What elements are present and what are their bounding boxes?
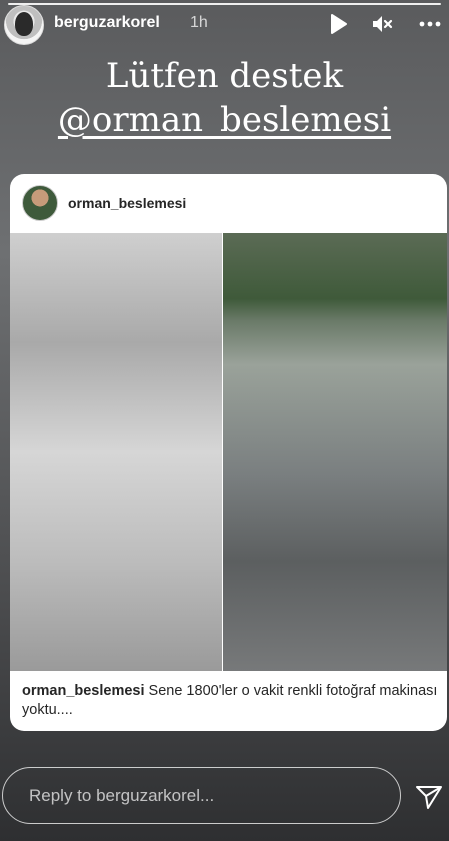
reply-placeholder: Reply to berguzarkorel... xyxy=(29,786,215,805)
avatar[interactable] xyxy=(4,5,44,45)
shared-post-card[interactable]: orman_beslemesi orman_beslemesi Sene 180… xyxy=(10,174,447,731)
caption-username[interactable]: orman_beslemesi xyxy=(22,683,145,699)
story-time: 1h xyxy=(190,14,208,31)
send-icon[interactable] xyxy=(414,781,444,811)
post-avatar[interactable] xyxy=(22,185,58,221)
reply-input[interactable]: Reply to berguzarkorel... xyxy=(2,767,401,824)
more-icon[interactable] xyxy=(418,12,442,36)
mute-icon[interactable] xyxy=(370,12,394,36)
post-username[interactable]: orman_beslemesi xyxy=(68,195,186,211)
post-header: orman_beslemesi xyxy=(10,174,447,232)
post-photo-right xyxy=(223,233,447,671)
mention-link[interactable]: @orman_beslemesi xyxy=(0,100,449,140)
headline-line-1: Lütfen destek xyxy=(105,56,344,96)
post-photo-left xyxy=(10,233,222,671)
story-username[interactable]: berguzarkorel xyxy=(54,14,160,32)
play-icon[interactable] xyxy=(326,12,350,36)
story-header: berguzarkorel 1h xyxy=(0,0,449,48)
post-caption: orman_beslemesi Sene 1800'ler o vakit re… xyxy=(22,682,442,720)
